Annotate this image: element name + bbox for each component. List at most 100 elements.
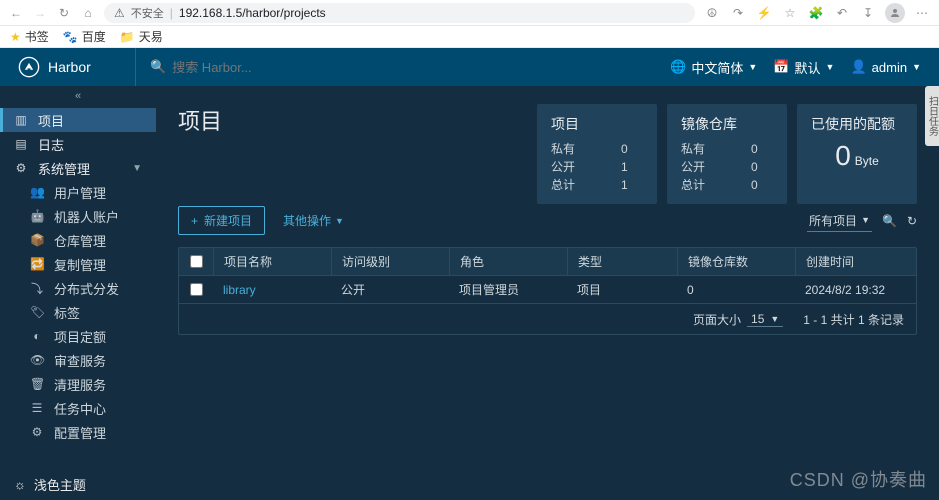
watermark: CSDN @协奏曲 bbox=[790, 466, 927, 492]
menu-icon[interactable]: ⋯ bbox=[913, 6, 931, 20]
other-actions-dropdown[interactable]: 其他操作▼ bbox=[283, 212, 344, 229]
globe-icon: 🌐 bbox=[670, 59, 686, 75]
new-project-button[interactable]: +新建项目 bbox=[178, 206, 265, 235]
projects-toolbar: +新建项目 其他操作▼ 所有项目▼ 🔍 ↻ bbox=[178, 206, 917, 235]
table-header: 项目名称 访问级别 角色 类型 镜像仓库数 创建时间 bbox=[179, 248, 916, 276]
config-icon: ⚙ bbox=[30, 425, 44, 439]
search-input[interactable] bbox=[172, 60, 372, 75]
brand-name: Harbor bbox=[48, 59, 91, 75]
chevron-down-icon: ▼ bbox=[748, 62, 757, 72]
project-icon: ▥ bbox=[14, 113, 28, 127]
logo-area[interactable]: Harbor bbox=[0, 56, 135, 78]
main-area: « ▥项目 ▤日志 ⚙系统管理▼ 👥用户管理 🤖机器人账户 📦仓库管理 🔁复制管… bbox=[0, 86, 939, 500]
warning-icon: ⚠ bbox=[114, 6, 125, 20]
browser-toolbar: ← → ↻ ⌂ ⚠ 不安全 | 192.168.1.5/harbor/proje… bbox=[0, 0, 939, 26]
sidebar-item-quota[interactable]: ◐项目定额 bbox=[0, 324, 156, 348]
forward-button[interactable]: → bbox=[32, 6, 48, 20]
profile-avatar[interactable] bbox=[885, 3, 905, 23]
sidebar-item-audit[interactable]: 👁审查服务 bbox=[0, 348, 156, 372]
page-size-selector[interactable]: 页面大小 15▼ bbox=[693, 311, 783, 328]
calendar-icon: 📅 bbox=[773, 59, 789, 75]
right-side-tab[interactable]: 扫日任务 bbox=[925, 86, 939, 146]
share-icon[interactable]: ↷ bbox=[729, 6, 747, 20]
project-link[interactable]: library bbox=[223, 283, 256, 297]
back-button[interactable]: ← bbox=[8, 6, 24, 20]
bolt-icon[interactable]: ⚡ bbox=[755, 6, 773, 20]
harbor-logo-icon bbox=[18, 56, 40, 78]
audit-icon: 👁 bbox=[30, 353, 44, 367]
sidebar-item-cleanup[interactable]: 🗑清理服务 bbox=[0, 372, 156, 396]
collapse-sidebar-button[interactable]: « bbox=[0, 86, 156, 108]
theme-toggle[interactable]: ☼浅色主题 bbox=[14, 475, 86, 494]
bookmark-item[interactable]: 📁天易 bbox=[120, 28, 163, 45]
address-bar[interactable]: ⚠ 不安全 | 192.168.1.5/harbor/projects bbox=[104, 3, 695, 23]
download-icon[interactable]: ↧ bbox=[859, 6, 877, 20]
sidebar-item-sysmgmt[interactable]: ⚙系统管理▼ bbox=[0, 156, 156, 180]
table-row[interactable]: library 公开 项目管理员 项目 0 2024/8/2 19:32 bbox=[179, 276, 916, 304]
tasks-icon: ☰ bbox=[30, 401, 44, 415]
history-icon[interactable]: ↶ bbox=[833, 6, 851, 20]
reload-button[interactable]: ↻ bbox=[56, 6, 72, 20]
search-icon: 🔍 bbox=[150, 59, 166, 75]
language-selector[interactable]: 🌐 中文简体 ▼ bbox=[670, 58, 757, 77]
extensions-icon[interactable]: 🧩 bbox=[807, 6, 825, 20]
cleanup-icon: 🗑 bbox=[30, 377, 44, 391]
global-search[interactable]: 🔍 bbox=[135, 48, 670, 86]
sidebar-item-distribution[interactable]: ⤵分布式分发 bbox=[0, 276, 156, 300]
card-repos: 镜像仓库 私有0 公开0 总计0 bbox=[667, 104, 787, 204]
col-time[interactable]: 创建时间 bbox=[795, 248, 916, 275]
select-all-checkbox[interactable] bbox=[190, 255, 203, 268]
event-selector[interactable]: 📅 默认 ▼ bbox=[773, 58, 834, 77]
card-quota: 已使用的配额 0Byte bbox=[797, 104, 917, 204]
col-role[interactable]: 角色 bbox=[449, 248, 567, 275]
sidebar-item-tasks[interactable]: ☰任务中心 bbox=[0, 396, 156, 420]
folder-icon: 📁 bbox=[120, 30, 135, 44]
sidebar-item-replication[interactable]: 🔁复制管理 bbox=[0, 252, 156, 276]
project-filter-dropdown[interactable]: 所有项目▼ bbox=[807, 210, 872, 232]
home-button[interactable]: ⌂ bbox=[80, 6, 96, 20]
projects-table: 项目名称 访问级别 角色 类型 镜像仓库数 创建时间 library 公开 项目… bbox=[178, 247, 917, 335]
content-area: 项目 项目 私有0 公开1 总计1 镜像仓库 私有0 公开0 总计0 已使用的配… bbox=[156, 86, 939, 500]
chevron-down-icon: ▼ bbox=[770, 314, 779, 324]
bookmark-item[interactable]: ★书签 bbox=[10, 28, 49, 45]
star-icon: ★ bbox=[10, 30, 21, 44]
chevron-down-icon: ▼ bbox=[132, 163, 142, 174]
sidebar-item-repos[interactable]: 📦仓库管理 bbox=[0, 228, 156, 252]
bookmark-item[interactable]: 🐾百度 bbox=[63, 28, 106, 45]
table-footer: 页面大小 15▼ 1 - 1 共计 1 条记录 bbox=[179, 304, 916, 334]
users-icon: 👥 bbox=[30, 185, 44, 199]
search-icon[interactable]: 🔍 bbox=[882, 214, 897, 228]
insecure-label: 不安全 bbox=[131, 5, 164, 21]
chevron-down-icon: ▼ bbox=[826, 62, 835, 72]
col-type[interactable]: 类型 bbox=[567, 248, 677, 275]
sidebar-item-config[interactable]: ⚙配置管理 bbox=[0, 420, 156, 444]
repo-icon: 📦 bbox=[30, 233, 44, 247]
refresh-icon[interactable]: ↻ bbox=[907, 214, 917, 228]
replication-icon: 🔁 bbox=[30, 257, 44, 271]
user-icon: 👤 bbox=[850, 59, 866, 75]
sidebar-item-labels[interactable]: 🏷标签 bbox=[0, 300, 156, 324]
user-menu[interactable]: 👤 admin ▼ bbox=[850, 59, 921, 75]
card-projects: 项目 私有0 公开1 总计1 bbox=[537, 104, 657, 204]
paw-icon: 🐾 bbox=[63, 30, 78, 44]
sidebar-item-robots[interactable]: 🤖机器人账户 bbox=[0, 204, 156, 228]
sidebar-item-projects[interactable]: ▥项目 bbox=[0, 108, 156, 132]
col-name[interactable]: 项目名称 bbox=[213, 248, 331, 275]
col-access[interactable]: 访问级别 bbox=[331, 248, 449, 275]
url-text: 192.168.1.5/harbor/projects bbox=[179, 6, 326, 20]
star-icon[interactable]: ☆ bbox=[781, 6, 799, 20]
log-icon: ▤ bbox=[14, 137, 28, 151]
distribute-icon: ⤵ bbox=[30, 280, 44, 297]
chevron-down-icon: ▼ bbox=[861, 215, 870, 225]
col-repo[interactable]: 镜像仓库数 bbox=[677, 248, 795, 275]
gear-icon: ⚙ bbox=[14, 161, 28, 175]
sun-icon: ☼ bbox=[14, 477, 26, 492]
row-checkbox[interactable] bbox=[190, 283, 203, 296]
chevron-down-icon: ▼ bbox=[335, 216, 344, 226]
sidebar-item-users[interactable]: 👥用户管理 bbox=[0, 180, 156, 204]
robot-icon: 🤖 bbox=[30, 209, 44, 223]
sidebar: « ▥项目 ▤日志 ⚙系统管理▼ 👥用户管理 🤖机器人账户 📦仓库管理 🔁复制管… bbox=[0, 86, 156, 500]
translate-icon[interactable]: ☮ bbox=[703, 6, 721, 20]
sidebar-item-logs[interactable]: ▤日志 bbox=[0, 132, 156, 156]
pagination-summary: 1 - 1 共计 1 条记录 bbox=[803, 311, 904, 328]
